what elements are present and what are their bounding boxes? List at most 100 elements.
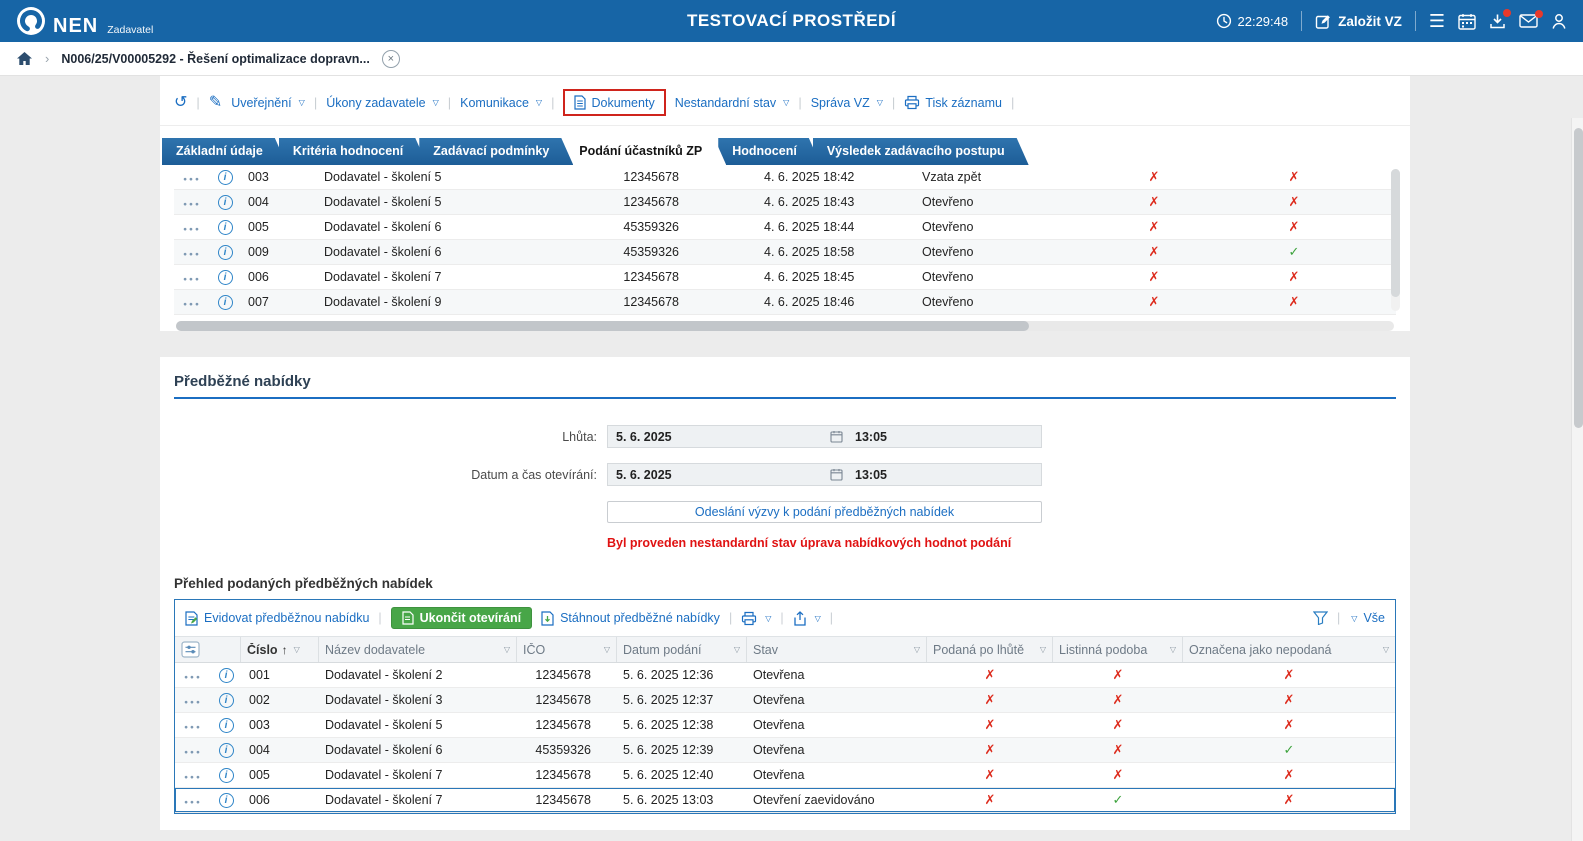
info-icon[interactable]: i <box>218 743 234 758</box>
row-menu-button[interactable]: ●●● <box>183 226 201 233</box>
column-header-ico[interactable]: IČO ▽ <box>517 637 617 662</box>
toolbar-item-uverejneni[interactable]: Uveřejnění ▽ <box>231 96 305 110</box>
scrollbar-thumb[interactable] <box>176 321 1029 331</box>
table-row[interactable]: ●●● i 005 Dodavatel - školení 6 45359326 4. 6… <box>174 215 1396 240</box>
info-icon[interactable]: i <box>218 768 234 783</box>
row-menu-button[interactable]: ●●● <box>184 799 202 806</box>
info-icon[interactable]: i <box>218 718 234 733</box>
column-header-stav[interactable]: Stav ▽ <box>747 637 927 662</box>
table-row[interactable]: ●●● i 007 Dodavatel - školení 9 12345678 4. 6… <box>174 290 1396 315</box>
vertical-scrollbar[interactable] <box>1391 169 1400 311</box>
filter-chevron-icon[interactable]: ▽ <box>294 645 300 654</box>
table-row[interactable]: ●●● i 006 Dodavatel - školení 7 12345678 4. 6… <box>174 265 1396 290</box>
filter-chevron-icon[interactable]: ▽ <box>1383 645 1389 654</box>
horizontal-scrollbar[interactable] <box>176 321 1394 331</box>
otevirani-time-value[interactable]: 13:05 <box>843 468 1041 482</box>
toolbar-item-komunikace[interactable]: Komunikace ▽ <box>460 96 542 110</box>
filter-chevron-icon[interactable]: ▽ <box>914 645 920 654</box>
export-button[interactable]: ▽ <box>793 610 821 626</box>
row-menu-button[interactable]: ●●● <box>183 251 201 258</box>
column-header-datum-podani[interactable]: Datum podání ▽ <box>617 637 747 662</box>
create-vz-button[interactable]: Založit VZ <box>1315 13 1402 30</box>
info-icon[interactable]: i <box>217 170 233 185</box>
table-row[interactable]: ●●● i 004 Dodavatel - školení 5 12345678 4. 6… <box>174 190 1396 215</box>
row-menu-button[interactable]: ●●● <box>184 774 202 781</box>
filter-chevron-icon[interactable]: ▽ <box>734 645 740 654</box>
evidovat-nabidku-button[interactable]: Evidovat předběžnou nabídku <box>185 610 369 626</box>
tab-zakladni-udaje[interactable]: Základní údaje <box>162 138 287 165</box>
messages-icon[interactable] <box>1519 10 1543 28</box>
breadcrumb-item[interactable]: N006/25/V00005292 - Řešení optimalizace … <box>61 52 369 66</box>
back-icon[interactable]: ↺ <box>174 94 187 111</box>
column-header-podana-po-lhute[interactable]: Podaná po lhůtě ▽ <box>927 637 1053 662</box>
edit-pencil-icon[interactable]: ✎ <box>209 94 222 111</box>
column-settings-icon[interactable] <box>181 641 200 658</box>
calendar-icon[interactable] <box>830 430 843 443</box>
filter-chevron-icon[interactable]: ▽ <box>1040 645 1046 654</box>
table-row[interactable]: ●●● i 005 Dodavatel - školení 7 12345678 5. 6… <box>175 763 1395 788</box>
toolbar-item-nestandardni-stav[interactable]: Nestandardní stav ▽ <box>675 96 790 110</box>
print-button[interactable]: ▽ <box>741 611 771 626</box>
row-menu-button[interactable]: ●●● <box>183 176 201 183</box>
scrollbar-thumb[interactable] <box>1573 128 1583 428</box>
calendar-icon[interactable] <box>830 468 843 481</box>
row-menu-button[interactable]: ●●● <box>184 749 202 756</box>
table-row[interactable]: ●●● i 002 Dodavatel - školení 3 12345678 5. 6… <box>175 688 1395 713</box>
filter-chevron-icon[interactable]: ▽ <box>604 645 610 654</box>
column-header-nazev-dodavatele[interactable]: Název dodavatele ▽ <box>319 637 517 662</box>
otevirani-datetime-field[interactable]: 5. 6. 2025 13:05 <box>607 463 1042 486</box>
filter-chevron-icon[interactable]: ▽ <box>504 645 510 654</box>
home-icon[interactable] <box>16 51 33 66</box>
column-header-cislo[interactable]: Číslo ↑ ▽ <box>241 637 319 662</box>
tab-podani-ucastniku-zp[interactable]: Podání účastníků ZP <box>565 138 726 165</box>
send-call-button[interactable]: Odeslání výzvy k podání předběžných nabí… <box>607 501 1042 523</box>
user-profile-icon[interactable] <box>1551 13 1567 30</box>
tab-hodnoceni[interactable]: Hodnocení <box>718 138 821 165</box>
info-icon[interactable]: i <box>217 245 233 260</box>
row-menu-button[interactable]: ●●● <box>184 724 202 731</box>
filter-vse-button[interactable]: ▽ Vše <box>1349 611 1385 625</box>
row-menu-button[interactable]: ●●● <box>184 699 202 706</box>
filter-chevron-icon[interactable]: ▽ <box>1170 645 1176 654</box>
toolbar-item-dokumenty[interactable]: Dokumenty <box>563 89 666 116</box>
row-menu-button[interactable]: ●●● <box>183 276 201 283</box>
table-row[interactable]: ●●● i 003 Dodavatel - školení 5 12345678 4. 6… <box>174 165 1396 190</box>
info-icon[interactable]: i <box>218 668 234 683</box>
table-row[interactable]: ●●● i 009 Dodavatel - školení 6 45359326 4. 6… <box>174 240 1396 265</box>
toolbar-item-sprava-vz[interactable]: Správa VZ ▽ <box>811 96 883 110</box>
downloads-icon[interactable] <box>1489 9 1511 29</box>
tab-vysledek-zadavaciho-postupu[interactable]: Výsledek zadávacího postupu <box>813 138 1029 165</box>
table-row[interactable]: ●●● i 004 Dodavatel - školení 6 45359326 5. 6… <box>175 738 1395 763</box>
page-vertical-scrollbar[interactable] <box>1571 118 1583 841</box>
calendar-icon[interactable] <box>1458 13 1476 30</box>
otevirani-date-value[interactable]: 5. 6. 2025 <box>608 468 830 482</box>
nen-logo[interactable]: NEN Zadavatel <box>16 6 153 36</box>
ukoncit-otevirani-button[interactable]: Ukončit otevírání <box>390 607 533 629</box>
info-icon[interactable]: i <box>217 220 233 235</box>
table-row[interactable]: ●●● i 003 Dodavatel - školení 5 12345678 5. 6… <box>175 713 1395 738</box>
stahnout-nabidky-button[interactable]: Stáhnout předběžné nabídky <box>541 610 720 626</box>
info-icon[interactable]: i <box>217 270 233 285</box>
info-icon[interactable]: i <box>218 693 234 708</box>
scrollbar-thumb[interactable] <box>1391 169 1400 297</box>
hamburger-menu-icon[interactable]: ☰ <box>1429 12 1445 30</box>
column-header-listinna-podoba[interactable]: Listinná podoba ▽ <box>1053 637 1183 662</box>
row-menu-button[interactable]: ●●● <box>183 301 201 308</box>
row-menu-button[interactable]: ●●● <box>184 674 202 681</box>
info-icon[interactable]: i <box>218 793 234 808</box>
row-menu-button[interactable]: ●●● <box>183 201 201 208</box>
lhuta-date-value[interactable]: 5. 6. 2025 <box>608 430 830 444</box>
lhuta-time-value[interactable]: 13:05 <box>843 430 1041 444</box>
tab-kriteria-hodnoceni[interactable]: Kritéria hodnocení <box>279 138 427 165</box>
column-header-oznacena-jako-nepodana[interactable]: Označena jako nepodaná ▽ <box>1183 637 1395 662</box>
table-row[interactable]: ●●● i 006 Dodavatel - školení 7 12345678 5. 6… <box>175 788 1395 813</box>
close-tab-icon[interactable]: × <box>381 49 400 68</box>
toolbar-item-tisk-zaznamu[interactable]: Tisk záznamu <box>904 95 1002 110</box>
toolbar-item-ukony-zadavatele[interactable]: Úkony zadavatele ▽ <box>326 96 439 110</box>
lhuta-datetime-field[interactable]: 5. 6. 2025 13:05 <box>607 425 1042 448</box>
table-row[interactable]: ●●● i 001 Dodavatel - školení 2 12345678 5. 6… <box>175 663 1395 688</box>
filter-funnel-icon[interactable] <box>1313 611 1329 625</box>
info-icon[interactable]: i <box>217 195 233 210</box>
tab-zadavaci-podminky[interactable]: Zadávací podmínky <box>419 138 573 165</box>
info-icon[interactable]: i <box>217 295 233 310</box>
